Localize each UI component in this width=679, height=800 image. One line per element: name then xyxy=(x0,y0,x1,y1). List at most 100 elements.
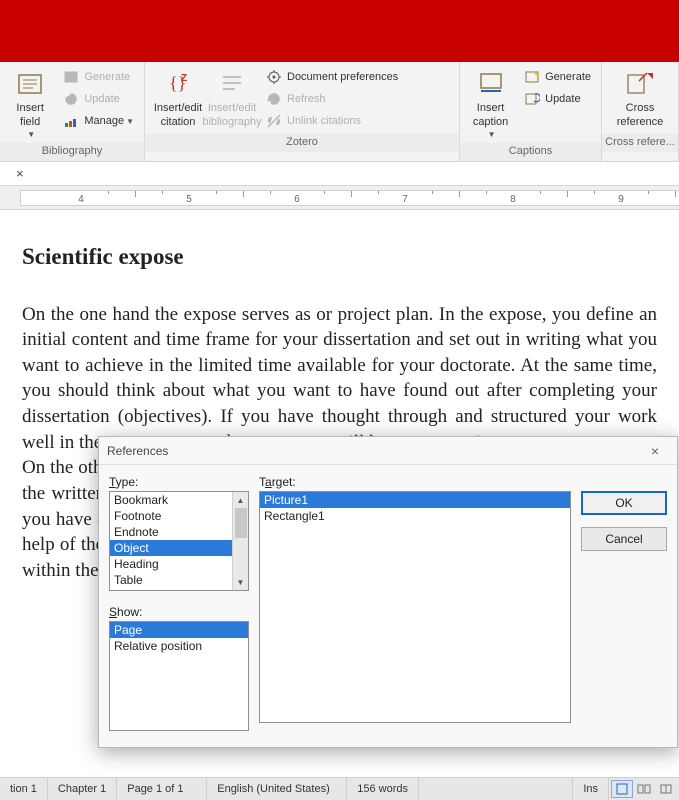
insert-field-label: Insertfield xyxy=(16,102,44,130)
bibliography-icon xyxy=(216,68,248,100)
ribbon-group-crossref: Crossreference Cross refere... xyxy=(602,62,679,161)
references-dialog: References × Type: BookmarkFootnoteEndno… xyxy=(98,436,678,748)
page-icon xyxy=(615,783,629,795)
dialog-titlebar[interactable]: References × xyxy=(99,437,677,465)
generate-label: Generate xyxy=(84,71,130,83)
pages-icon xyxy=(637,783,651,795)
caption-generate-button[interactable]: Generate xyxy=(519,66,595,88)
field-icon xyxy=(14,68,46,100)
scroll-thumb[interactable] xyxy=(235,508,247,538)
generate-button[interactable]: Generate xyxy=(58,66,138,88)
ribbon-group-bibliography: Insertfield ▼ Generate Update Manage xyxy=(0,62,145,161)
view-normal-button[interactable] xyxy=(611,780,633,798)
list-item[interactable]: Footnote xyxy=(110,508,232,524)
list-item[interactable]: Table xyxy=(110,572,232,588)
ruler-tick-label: 8 xyxy=(510,194,516,205)
citation-icon: {}Z xyxy=(162,68,194,100)
insert-caption-label: Insertcaption xyxy=(473,102,508,130)
view-mode-buttons xyxy=(609,778,679,800)
ruler-tick-label: 5 xyxy=(186,194,192,205)
chevron-down-icon: ▼ xyxy=(27,130,35,139)
list-item[interactable]: Object xyxy=(110,540,232,556)
status-bar: tion 1 Chapter 1 Page 1 of 1 English (Un… xyxy=(0,777,679,800)
ribbon-group-zotero: {}Z Insert/editcitation Insert/editbibli… xyxy=(145,62,460,161)
unlink-icon xyxy=(265,112,283,130)
caption-generate-label: Generate xyxy=(545,71,591,83)
insert-citation-button[interactable]: {}Z Insert/editcitation xyxy=(151,66,205,132)
show-listbox[interactable]: PageRelative position xyxy=(109,621,249,731)
insert-caption-button[interactable]: Insertcaption ▼ xyxy=(466,66,515,141)
cancel-button[interactable]: Cancel xyxy=(581,527,667,551)
ruler-inner: 45678910 xyxy=(20,190,679,206)
generate-icon xyxy=(62,68,80,86)
status-page[interactable]: Page 1 of 1 xyxy=(117,778,207,800)
list-item[interactable]: Figure xyxy=(110,588,232,591)
close-icon[interactable]: × xyxy=(16,166,24,181)
doc-prefs-label: Document preferences xyxy=(287,71,398,83)
generate-icon xyxy=(523,68,541,86)
list-item[interactable]: Picture1 xyxy=(260,492,570,508)
type-listbox[interactable]: BookmarkFootnoteEndnoteObjectHeadingTabl… xyxy=(109,491,249,591)
ribbon: Insertfield ▼ Generate Update Manage xyxy=(0,62,679,162)
insert-bibliography-label: Insert/editbibliography xyxy=(202,102,261,130)
caption-update-label: Update xyxy=(545,93,580,105)
scroll-down-icon[interactable]: ▼ xyxy=(233,574,248,590)
ruler-tick-label: 9 xyxy=(618,194,624,205)
status-language[interactable]: English (United States) xyxy=(207,778,347,800)
status-chapter[interactable]: Chapter 1 xyxy=(48,778,117,800)
caption-icon xyxy=(475,68,507,100)
scrollbar[interactable]: ▲ ▼ xyxy=(232,492,248,590)
cross-reference-label: Crossreference xyxy=(617,102,663,130)
ruler[interactable]: 45678910 xyxy=(0,186,679,210)
document-heading: Scientific expose xyxy=(22,244,657,270)
refresh-button[interactable]: Refresh xyxy=(261,88,402,110)
cross-reference-button[interactable]: Crossreference xyxy=(608,66,672,132)
insert-bibliography-button[interactable]: Insert/editbibliography xyxy=(205,66,259,132)
show-label: Show: xyxy=(109,605,249,619)
view-book-button[interactable] xyxy=(655,780,677,798)
manage-button[interactable]: Manage ▼ xyxy=(58,110,138,132)
crossref-icon xyxy=(624,68,656,100)
list-item[interactable]: Rectangle1 xyxy=(260,508,570,524)
type-label: Type: xyxy=(109,475,249,489)
status-wordcount[interactable]: 156 words xyxy=(347,778,419,800)
list-item[interactable]: Heading xyxy=(110,556,232,572)
list-item[interactable]: Relative position xyxy=(110,638,248,654)
unlink-label: Unlink citations xyxy=(287,115,361,127)
book-icon xyxy=(659,783,673,795)
caption-update-button[interactable]: Update xyxy=(519,88,595,110)
doc-prefs-button[interactable]: Document preferences xyxy=(261,66,402,88)
ribbon-group-zotero-label: Zotero xyxy=(145,134,459,152)
tab-strip: × xyxy=(0,162,679,186)
scroll-up-icon[interactable]: ▲ xyxy=(233,492,248,508)
target-label: Target: xyxy=(259,475,571,489)
list-item[interactable]: Endnote xyxy=(110,524,232,540)
manage-icon xyxy=(62,112,80,130)
ribbon-group-bibliography-label: Bibliography xyxy=(0,143,144,161)
target-listbox[interactable]: Picture1Rectangle1 xyxy=(259,491,571,723)
update-icon xyxy=(62,90,80,108)
ok-button[interactable]: OK xyxy=(581,491,667,515)
update-button[interactable]: Update xyxy=(58,88,138,110)
unlink-button[interactable]: Unlink citations xyxy=(261,110,402,132)
update-icon xyxy=(523,90,541,108)
manage-label: Manage xyxy=(84,115,124,127)
insert-field-button[interactable]: Insertfield ▼ xyxy=(6,66,54,141)
ribbon-group-crossref-label: Cross refere... xyxy=(602,134,678,152)
list-item[interactable]: Page xyxy=(110,622,248,638)
dialog-title: References xyxy=(107,444,168,458)
type-items: BookmarkFootnoteEndnoteObjectHeadingTabl… xyxy=(110,492,232,591)
svg-text:Z: Z xyxy=(181,73,187,84)
status-insert-mode[interactable]: Ins xyxy=(573,778,609,800)
list-item[interactable]: Bookmark xyxy=(110,492,232,508)
ribbon-group-captions: Insertcaption ▼ Generate Update Captions xyxy=(460,62,602,161)
view-multi-button[interactable] xyxy=(633,780,655,798)
ribbon-group-captions-label: Captions xyxy=(460,143,601,161)
close-icon[interactable]: × xyxy=(641,443,669,459)
refresh-icon xyxy=(265,90,283,108)
chevron-down-icon: ▼ xyxy=(126,117,134,126)
refresh-label: Refresh xyxy=(287,93,326,105)
update-label: Update xyxy=(84,93,119,105)
insert-citation-label: Insert/editcitation xyxy=(154,102,202,130)
status-section[interactable]: tion 1 xyxy=(0,778,48,800)
